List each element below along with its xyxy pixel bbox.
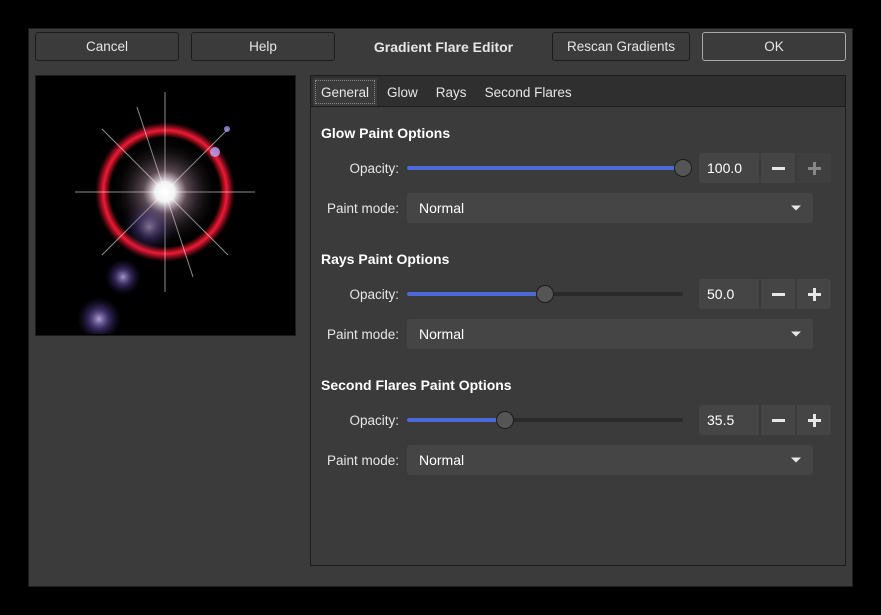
glow-mode-dropdown[interactable]: Normal (407, 193, 813, 223)
minus-icon (772, 167, 785, 170)
plus-icon (808, 414, 821, 427)
preview-frame (35, 75, 296, 336)
glow-opacity-increment (797, 153, 831, 183)
help-button[interactable]: Help (191, 32, 335, 61)
glow-mode-value: Normal (419, 200, 464, 216)
rays-mode-dropdown[interactable]: Normal (407, 319, 813, 349)
glow-section-title: Glow Paint Options (321, 125, 835, 141)
sf-opacity-increment[interactable] (797, 405, 831, 435)
rays-opacity-input[interactable] (699, 279, 759, 309)
chevron-down-icon (791, 332, 801, 337)
sf-mode-value: Normal (419, 452, 464, 468)
gradient-flare-editor-dialog: Cancel Help Gradient Flare Editor Rescan… (28, 28, 853, 587)
glow-opacity-slider[interactable] (407, 166, 683, 170)
dialog-title: Gradient Flare Editor (347, 39, 540, 55)
glow-opacity-spin (699, 153, 831, 183)
sf-section-title: Second Flares Paint Options (321, 377, 835, 393)
sf-mode-dropdown[interactable]: Normal (407, 445, 813, 475)
rays-opacity-slider-thumb[interactable] (536, 285, 554, 303)
dialog-button-row: Cancel Help Gradient Flare Editor Rescan… (29, 29, 852, 75)
tab-rays[interactable]: Rays (428, 78, 475, 106)
chevron-down-icon (791, 458, 801, 463)
glow-opacity-slider-fill (407, 166, 683, 170)
rays-opacity-label: Opacity: (339, 287, 399, 302)
flare-preview-svg (37, 77, 294, 334)
rays-opacity-slider[interactable] (407, 292, 683, 296)
sf-opacity-slider-fill (407, 418, 505, 422)
sf-opacity-spin (699, 405, 831, 435)
glow-opacity-slider-thumb[interactable] (674, 159, 692, 177)
rays-mode-row: Paint mode: Normal (321, 319, 835, 349)
glow-opacity-input[interactable] (699, 153, 759, 183)
plus-icon (808, 162, 821, 175)
ok-button[interactable]: OK (702, 32, 846, 61)
rays-opacity-decrement[interactable] (761, 279, 795, 309)
minus-icon (772, 293, 785, 296)
plus-icon (808, 288, 821, 301)
rays-mode-label: Paint mode: (321, 327, 399, 342)
rescan-gradients-button[interactable]: Rescan Gradients (552, 32, 690, 61)
glow-opacity-decrement[interactable] (761, 153, 795, 183)
glow-opacity-label: Opacity: (339, 161, 399, 176)
rays-section: Rays Paint Options Opacity: Paint mode: (311, 233, 845, 349)
sf-mode-label: Paint mode: (321, 453, 399, 468)
flare-preview (37, 77, 294, 334)
sf-opacity-input[interactable] (699, 405, 759, 435)
second-flares-section: Second Flares Paint Options Opacity: Pai… (311, 359, 845, 475)
sf-mode-row: Paint mode: Normal (321, 445, 835, 475)
sf-opacity-row: Opacity: (321, 405, 835, 435)
dialog-content: General Glow Rays Second Flares Glow Pai… (29, 75, 852, 566)
sf-opacity-slider[interactable] (407, 418, 683, 422)
settings-panel: General Glow Rays Second Flares Glow Pai… (310, 75, 846, 566)
rays-opacity-spin (699, 279, 831, 309)
rays-mode-value: Normal (419, 326, 464, 342)
minus-icon (772, 419, 785, 422)
tab-second-flares[interactable]: Second Flares (477, 78, 580, 106)
sf-opacity-decrement[interactable] (761, 405, 795, 435)
glow-opacity-row: Opacity: (321, 153, 835, 183)
rays-opacity-slider-fill (407, 292, 545, 296)
sf-opacity-slider-thumb[interactable] (496, 411, 514, 429)
sf-opacity-label: Opacity: (339, 413, 399, 428)
cancel-button[interactable]: Cancel (35, 32, 179, 61)
glow-section: Glow Paint Options Opacity: Paint mode: (311, 107, 845, 223)
rays-opacity-increment[interactable] (797, 279, 831, 309)
tab-bar: General Glow Rays Second Flares (311, 76, 845, 107)
glow-mode-label: Paint mode: (321, 201, 399, 216)
chevron-down-icon (791, 206, 801, 211)
rays-section-title: Rays Paint Options (321, 251, 835, 267)
tab-glow[interactable]: Glow (379, 78, 426, 106)
glow-mode-row: Paint mode: Normal (321, 193, 835, 223)
tab-general[interactable]: General (313, 78, 377, 106)
rays-opacity-row: Opacity: (321, 279, 835, 309)
